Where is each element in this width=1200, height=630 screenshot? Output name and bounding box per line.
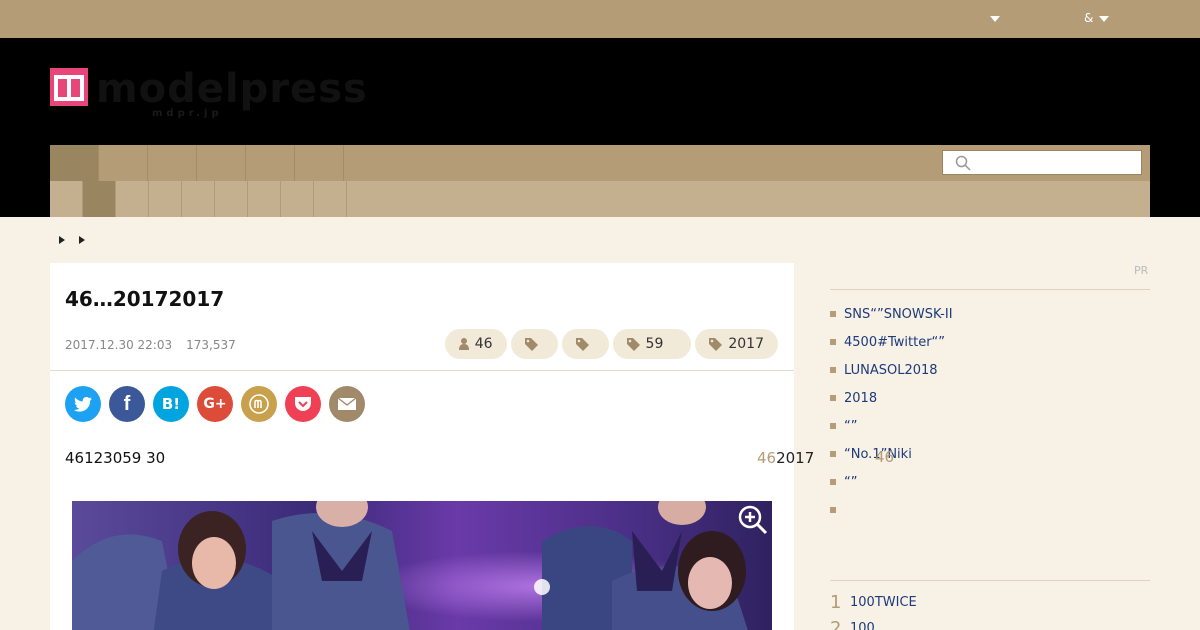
tag-chip[interactable] xyxy=(510,329,558,359)
pr-label: PR xyxy=(1134,264,1149,277)
ranking-label: 100TWICE xyxy=(850,594,917,610)
subnav-item[interactable] xyxy=(281,181,314,217)
inline-gold-text: 46 xyxy=(757,449,777,467)
ranking-number: 2 xyxy=(830,617,842,630)
search-box xyxy=(942,150,1142,175)
search-input[interactable] xyxy=(977,153,1137,173)
nav-item[interactable] xyxy=(295,145,344,181)
breadcrumb-arrow-icon[interactable] xyxy=(79,236,85,244)
article-photo[interactable] xyxy=(72,501,772,630)
subnav-item[interactable] xyxy=(215,181,248,217)
facebook-share-button[interactable]: f xyxy=(109,386,145,422)
article-inline-note: 462017 xyxy=(757,449,814,467)
tag-chip[interactable]: 2017 xyxy=(695,329,778,359)
tag-label: 2017 xyxy=(728,336,764,352)
article-title: 46…20172017 xyxy=(65,287,225,311)
sidebar-link[interactable]: 4500#Twitter“” xyxy=(830,328,953,356)
sidebar-note: 46 xyxy=(875,448,895,466)
chevron-down-icon xyxy=(990,15,1000,22)
person-icon xyxy=(458,338,469,350)
tag-icon xyxy=(575,337,589,351)
nav-item[interactable] xyxy=(148,145,197,181)
mail-icon xyxy=(337,397,357,410)
chevron-down-icon xyxy=(1099,15,1110,22)
pocket-share-button[interactable] xyxy=(285,386,321,422)
tag-list: 46 59 2017 xyxy=(444,329,778,359)
ranking-list: 1 100TWICE 2 100 xyxy=(830,589,917,630)
subnav-item[interactable] xyxy=(116,181,149,217)
ranking-item[interactable]: 1 100TWICE xyxy=(830,589,917,615)
tag-icon xyxy=(626,337,640,351)
facebook-icon: f xyxy=(123,392,131,415)
article-date: 2017.12.30 22:03 xyxy=(65,338,173,352)
nav-item[interactable] xyxy=(197,145,246,181)
modelpress-share-button[interactable] xyxy=(241,386,277,422)
top-utility-bar: & xyxy=(0,0,1200,38)
breadcrumb xyxy=(59,236,85,244)
nav-item[interactable] xyxy=(246,145,295,181)
breadcrumb-arrow-icon[interactable] xyxy=(59,236,65,244)
inline-black-text: 2017 xyxy=(776,449,815,467)
mail-share-button[interactable] xyxy=(329,386,365,422)
modelpress-icon xyxy=(249,394,269,414)
subnav-item[interactable] xyxy=(182,181,215,217)
sidebar-link[interactable]: LUNASOL2018 xyxy=(830,356,953,384)
search-icon[interactable] xyxy=(955,155,971,171)
hatena-icon: B! xyxy=(161,395,181,413)
share-buttons: f B! G+ xyxy=(65,386,365,422)
article-divider xyxy=(50,370,794,371)
topbar-menu-2-label: & xyxy=(1084,11,1094,25)
sidebar-divider xyxy=(830,289,1150,290)
subnav-item[interactable] xyxy=(50,181,83,217)
logo-subtext: mdpr.jp xyxy=(152,108,223,119)
logo-text: modelpress xyxy=(96,66,368,112)
site-header: modelpress mdpr.jp xyxy=(0,38,1200,217)
tag-label: 46 xyxy=(474,336,493,352)
subnav-item[interactable] xyxy=(83,181,116,217)
googleplus-icon: G+ xyxy=(203,396,227,412)
tag-icon xyxy=(709,337,723,351)
logo-icon[interactable] xyxy=(50,68,88,106)
googleplus-share-button[interactable]: G+ xyxy=(197,386,233,422)
subnav-item[interactable] xyxy=(314,181,347,217)
subnav-item[interactable] xyxy=(248,181,281,217)
zoom-in-icon[interactable] xyxy=(738,505,768,535)
tag-chip[interactable]: 59 xyxy=(612,329,692,359)
article-card: 46…20172017 2017.12.30 22:03 173,537 46 5… xyxy=(50,263,814,630)
secondary-nav xyxy=(50,181,1150,217)
stage-photo-image xyxy=(72,501,772,630)
article-views: 173,537 xyxy=(186,338,236,352)
sidebar-link-list: SNS“”SNOWSK-II 4500#Twitter“” LUNASOL201… xyxy=(830,300,953,524)
article-lead: 46123059 30 xyxy=(65,449,166,467)
ranking-number: 1 xyxy=(830,591,842,613)
sidebar-divider xyxy=(830,580,1150,581)
tag-label: 59 xyxy=(645,336,664,352)
subnav-item[interactable] xyxy=(149,181,182,217)
tag-chip[interactable] xyxy=(561,329,609,359)
ranking-label: 100 xyxy=(850,620,875,630)
nav-item[interactable] xyxy=(50,145,99,181)
twitter-icon xyxy=(74,396,92,412)
topbar-menu-2[interactable]: & xyxy=(1084,11,1110,25)
sidebar-link[interactable]: 2018 xyxy=(830,384,953,412)
tag-chip[interactable]: 46 xyxy=(444,329,507,359)
hatena-share-button[interactable]: B! xyxy=(153,386,189,422)
sidebar-link[interactable]: SNS“”SNOWSK-II xyxy=(830,300,953,328)
tag-icon xyxy=(524,337,538,351)
pocket-icon xyxy=(295,397,311,411)
ranking-item[interactable]: 2 100 xyxy=(830,615,917,630)
sidebar-link[interactable]: “” xyxy=(830,412,953,440)
nav-item[interactable] xyxy=(99,145,148,181)
sidebar-link[interactable] xyxy=(830,496,953,524)
twitter-share-button[interactable] xyxy=(65,386,101,422)
article-meta: 2017.12.30 22:03 173,537 xyxy=(65,338,236,352)
sidebar-link[interactable]: “” xyxy=(830,468,953,496)
topbar-menu-1[interactable] xyxy=(984,11,1000,25)
